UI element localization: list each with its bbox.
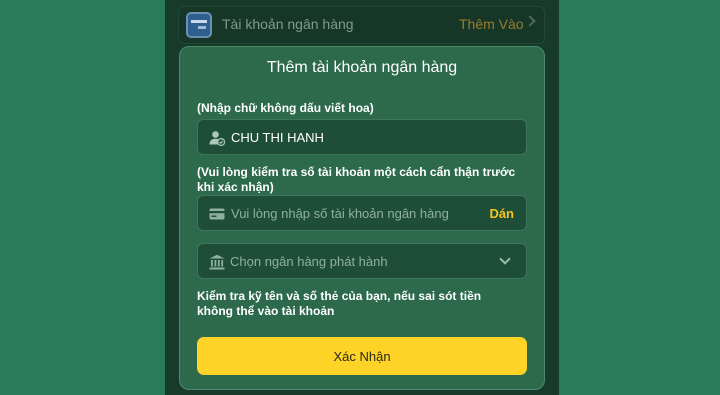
bank-select-placeholder: Chọn ngân hàng phát hành <box>230 254 388 269</box>
account-number-field[interactable]: Vui lòng nhập số tài khoản ngân hàng Dán <box>197 195 527 231</box>
account-name-value: CHU THI HANH <box>231 130 324 145</box>
confirm-button[interactable]: Xác Nhận <box>197 337 527 375</box>
account-number-hint: (Vui lòng kiểm tra số tài khoản một cách… <box>197 165 516 194</box>
user-verified-icon <box>209 131 225 146</box>
bank-building-icon <box>209 254 225 270</box>
bank-account-label: Tài khoản ngân hàng <box>222 16 354 32</box>
paste-button[interactable]: Dán <box>489 206 514 221</box>
bank-select[interactable]: Chọn ngân hàng phát hành <box>197 243 527 279</box>
account-number-placeholder: Vui lòng nhập số tài khoản ngân hàng <box>231 206 449 221</box>
credit-card-icon <box>209 208 225 220</box>
add-bank-link[interactable]: Thêm Vào <box>459 16 524 32</box>
chevron-down-icon <box>499 253 511 265</box>
modal-title: Thêm tài khoản ngân hàng <box>266 59 458 76</box>
account-name-field[interactable]: CHU THI HANH <box>197 119 527 155</box>
warning-text: Kiểm tra kỹ tên và số thẻ của bạn, nếu s… <box>197 289 482 318</box>
bank-card-icon <box>186 12 212 38</box>
name-hint: (Nhập chữ không dấu viết hoa) <box>197 101 374 115</box>
